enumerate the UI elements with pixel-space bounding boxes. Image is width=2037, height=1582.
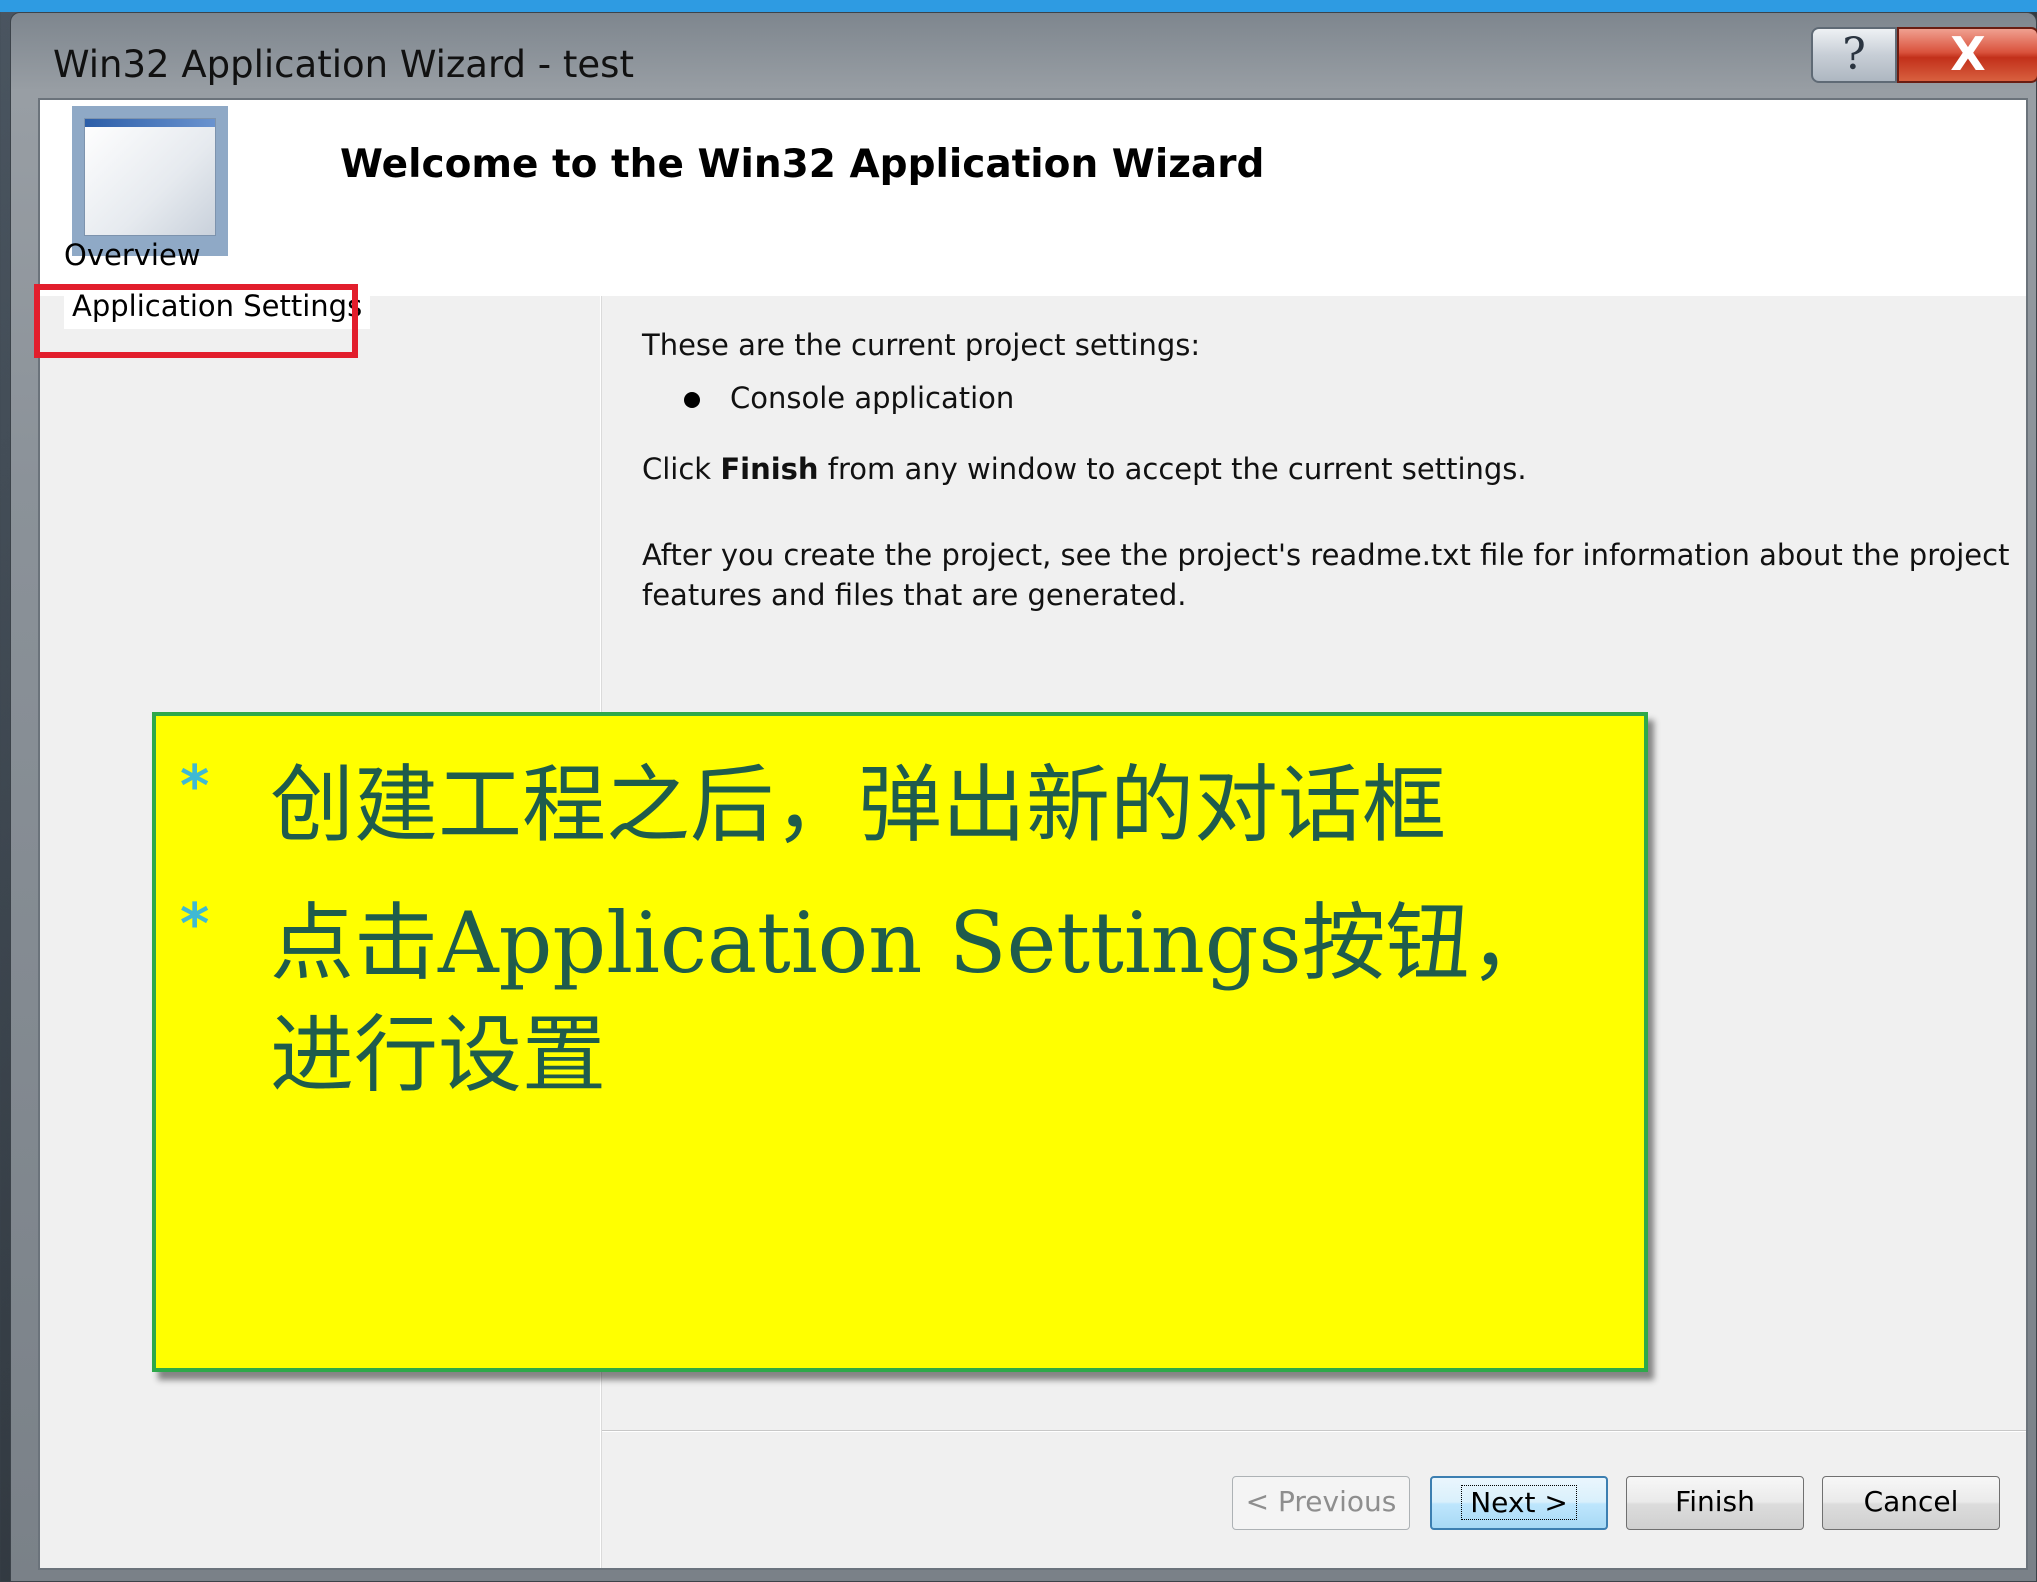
finish-instruction: Click Finish from any window to accept t… xyxy=(642,452,1527,486)
wizard-header: Welcome to the Win32 Application Wizard xyxy=(40,100,2026,296)
close-icon: X xyxy=(1950,27,1986,81)
question-icon: ? xyxy=(1842,29,1866,80)
next-button[interactable]: Next > xyxy=(1430,1476,1608,1530)
annotation-note: * 创建工程之后，弹出新的对话框 * 点击Application Setting… xyxy=(152,712,1648,1372)
readme-line-1: After you create the project, see the pr… xyxy=(642,538,2010,572)
highlight-box xyxy=(34,284,358,358)
previous-button[interactable]: < Previous xyxy=(1232,1476,1410,1530)
settings-item: Console application xyxy=(730,381,1015,415)
wizard-header-title: Welcome to the Win32 Application Wizard xyxy=(340,142,1265,187)
window-title: Win32 Application Wizard - test xyxy=(53,43,634,86)
settings-intro: These are the current project settings: xyxy=(642,328,1201,362)
note-line-1: 创建工程之后，弹出新的对话框 xyxy=(270,756,1447,854)
finish-keyword: Finish xyxy=(720,452,819,486)
finish-button[interactable]: Finish xyxy=(1626,1476,1804,1530)
close-button[interactable]: X xyxy=(1897,27,2037,83)
next-button-label: Next > xyxy=(1461,1485,1577,1520)
bullet-icon xyxy=(684,392,700,408)
sidebar-item-overview[interactable]: Overview xyxy=(64,238,201,272)
window-icon xyxy=(72,106,228,256)
cancel-button[interactable]: Cancel xyxy=(1822,1476,2000,1530)
asterisk-bullet-icon: * xyxy=(180,892,210,957)
note-line-3: 进行设置 xyxy=(270,1006,607,1104)
help-button[interactable]: ? xyxy=(1811,27,1897,83)
readme-line-2: features and files that are generated. xyxy=(642,578,1187,612)
button-divider xyxy=(602,1430,2026,1432)
desktop-title-strip xyxy=(0,0,2037,12)
asterisk-bullet-icon: * xyxy=(180,754,210,819)
note-line-2: 点击Application Settings按钮， xyxy=(270,894,1554,992)
